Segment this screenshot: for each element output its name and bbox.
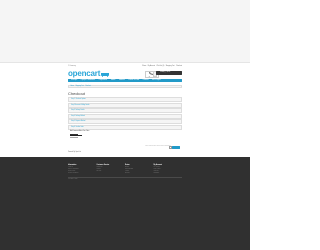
- footer-link[interactable]: Site Map: [97, 171, 126, 173]
- footer-columns: Information About Us Delivery Informatio…: [68, 165, 182, 175]
- checkout-step-label[interactable]: Step 4: Delivery Method: [71, 116, 85, 117]
- footer-column-title: Customer Service: [96, 165, 110, 166]
- checkout-steps: Step 1: Checkout Options Step 2: Account…: [68, 97, 182, 130]
- footer-column-extras: Extras Brands Gift Certificates Affiliat…: [125, 165, 154, 175]
- top-bar: [0, 0, 250, 62]
- footer-column-title: Extras: [125, 165, 130, 166]
- cart-logo-icon: [101, 73, 110, 78]
- menu-item-software[interactable]: Software: [119, 80, 125, 81]
- checkout-step-panel[interactable]: Step 6: Confirm Order: [68, 124, 182, 130]
- continue-button[interactable]: Continue: [172, 145, 180, 149]
- breadcrumb-cart[interactable]: Shopping Cart: [75, 86, 83, 87]
- checkout-step-panel[interactable]: Step 4: Delivery Method: [68, 113, 182, 119]
- checkout-step-panel[interactable]: Step 2: Account & Billing Details: [68, 102, 182, 108]
- menu-item-desktops[interactable]: Desktops: [71, 80, 77, 81]
- terms-agree-text: I have read and agree to the Terms & Con…: [145, 146, 171, 147]
- checkout-step-label[interactable]: Step 5: Payment Method: [71, 121, 85, 122]
- footer-column-information: Information About Us Delivery Informatio…: [68, 165, 97, 175]
- currency-selector[interactable]: € Currency: [68, 66, 76, 67]
- menu-item-phones[interactable]: Phones & PDAs: [128, 80, 139, 81]
- cart-button[interactable]: 0 item(s) - $0.00: [156, 71, 182, 75]
- top-links: Phone My Account Wish List (0) Shopping …: [142, 66, 182, 67]
- menu-item-tablets[interactable]: Tablets: [111, 80, 116, 81]
- footer-column-title: Information: [68, 165, 77, 166]
- store-logo[interactable]: opencart: [68, 70, 110, 78]
- footer-column-customer-service: Customer Service Contact Us Returns Site…: [97, 165, 126, 175]
- breadcrumb: Home Shopping Cart Checkout: [68, 85, 182, 89]
- cart-button-label: 0 item(s) - $0.00: [160, 72, 171, 73]
- footer-column-title: My Account: [153, 165, 162, 166]
- main-menu: Desktops Laptops & Notebooks Components …: [68, 79, 182, 83]
- continue-button-label: Continue: [173, 146, 178, 148]
- checkout-step-label[interactable]: Step 3: Delivery Details: [71, 110, 84, 111]
- menu-item-cameras[interactable]: Cameras: [143, 80, 149, 81]
- footer-link[interactable]: Terms & Conditions: [68, 173, 97, 175]
- checkout-step-label[interactable]: Step 1: Checkout Options: [71, 99, 86, 100]
- footer-link[interactable]: Specials: [125, 173, 154, 175]
- footer-powered-by: Your Store © 2024: [68, 179, 78, 180]
- breadcrumb-checkout[interactable]: Checkout: [85, 86, 90, 87]
- checkout-step-label[interactable]: Step 6: Confirm Order: [71, 127, 84, 128]
- menu-item-mp3[interactable]: MP3 Players: [152, 80, 161, 81]
- top-link-wishlist[interactable]: Wish List (0): [157, 66, 165, 67]
- top-link-phone[interactable]: Phone: [142, 66, 146, 67]
- top-link-checkout[interactable]: Checkout: [176, 66, 182, 67]
- page-title: Checkout: [68, 91, 85, 96]
- top-link-cart[interactable]: Shopping Cart: [166, 66, 175, 67]
- footer-column-my-account: My Account My Account Order History Wish…: [154, 165, 183, 175]
- footer-link[interactable]: Newsletter: [154, 173, 183, 175]
- top-bar-divider: [0, 62, 250, 63]
- menu-item-laptops[interactable]: Laptops & Notebooks: [81, 80, 95, 81]
- page-footer-note: Powered By OpenCart: [68, 152, 81, 153]
- checkout-step-panel[interactable]: Step 1: Checkout Options: [68, 97, 182, 102]
- logo-text: opencart: [68, 69, 101, 78]
- checkout-step-panel[interactable]: Step 3: Delivery Details: [68, 108, 182, 113]
- breadcrumb-home[interactable]: Home: [71, 86, 74, 87]
- comments-label: Add Comments About Your Order: [70, 131, 90, 132]
- menu-item-components[interactable]: Components: [99, 80, 108, 81]
- top-link-account[interactable]: My Account: [148, 66, 155, 67]
- checkout-step-panel[interactable]: Step 5: Payment Method: [68, 119, 182, 124]
- checkout-step-label[interactable]: Step 2: Account & Billing Details: [71, 105, 89, 106]
